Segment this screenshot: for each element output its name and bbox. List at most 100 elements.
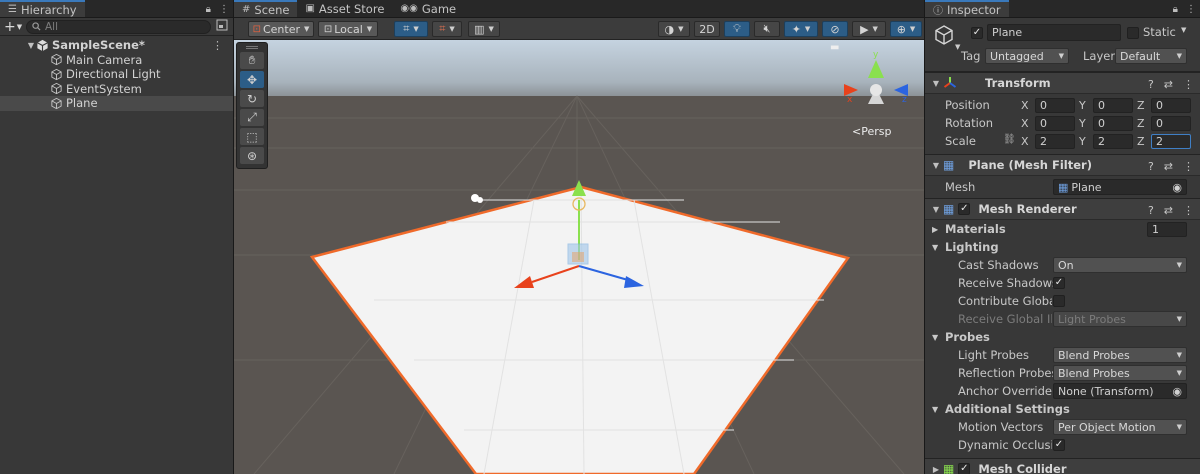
probes-section[interactable]: ▼ Probes xyxy=(925,328,1200,346)
kebab-menu-icon[interactable]: ⋮ xyxy=(1186,4,1196,15)
rotate-tool-button[interactable]: ↻ xyxy=(240,90,264,107)
preset-icon[interactable]: ⇄ xyxy=(1164,78,1173,91)
rotation-z-field[interactable]: 0 xyxy=(1151,115,1191,131)
gizmo-menu-handle[interactable]: ▬ xyxy=(830,42,839,53)
gizmos-toggle-button[interactable]: ⊕ ▼ xyxy=(890,21,922,37)
rotation-y-field[interactable]: 0 xyxy=(1093,115,1133,131)
grid-snap-button[interactable]: ⌗ ▼ xyxy=(394,21,428,37)
scale-x-field[interactable]: 2 xyxy=(1035,133,1075,149)
mesh-collider-enabled-checkbox[interactable]: ✓ xyxy=(958,463,971,474)
scene-menu-icon[interactable]: ⋮ xyxy=(212,39,223,52)
component-menu-icon[interactable]: ⋮ xyxy=(1183,160,1194,173)
object-picker-icon[interactable]: ◉ xyxy=(1172,385,1182,398)
hierarchy-search-input[interactable]: All xyxy=(26,19,211,34)
increment-snap-button[interactable]: ▥ ▼ xyxy=(468,21,500,37)
expand-caret-icon[interactable]: ▼ xyxy=(932,243,938,252)
projection-toggle[interactable]: <Persp xyxy=(852,125,891,138)
create-button[interactable]: + ▼ xyxy=(4,19,22,35)
preset-icon[interactable]: ⇄ xyxy=(1164,204,1173,217)
expand-caret-icon[interactable]: ▼ xyxy=(929,161,943,170)
lock-icon[interactable]: 🔒︎ xyxy=(1173,4,1178,15)
scene-viewport[interactable]: y x z ▬ <Persp ✋︎ ✥ ↻ ⤢ ⬚ ⊛ xyxy=(234,40,924,474)
scene-visibility-icon[interactable] xyxy=(215,19,229,34)
anchor-override-field[interactable]: None (Transform) ◉ xyxy=(1053,383,1187,399)
object-name-input[interactable]: Plane xyxy=(987,24,1121,41)
expand-caret-icon[interactable]: ▼ xyxy=(929,205,943,214)
object-picker-icon[interactable]: ◉ xyxy=(1172,181,1182,194)
camera-settings-button[interactable]: ▶ ▼ xyxy=(852,21,886,37)
tag-dropdown[interactable]: Untagged ▼ xyxy=(985,48,1069,64)
reflection-probes-dropdown[interactable]: Blend Probes ▼ xyxy=(1053,365,1187,381)
tab-game[interactable]: ◉◉ Game xyxy=(392,0,464,17)
tree-row-main-camera[interactable]: Main Camera xyxy=(0,53,233,68)
chevron-down-icon[interactable]: ▼ xyxy=(955,43,960,51)
overlay-grip-icon[interactable] xyxy=(246,46,258,49)
help-icon[interactable]: ? xyxy=(1148,204,1154,217)
active-checkbox[interactable]: ✓ xyxy=(971,27,983,39)
lock-icon[interactable]: 🔒︎ xyxy=(206,4,211,15)
toggle-2d-button[interactable]: 2D xyxy=(694,21,720,37)
component-menu-icon[interactable]: ⋮ xyxy=(1183,78,1194,91)
effects-toggle-button[interactable]: ✦ ▼ xyxy=(784,21,818,37)
lighting-section[interactable]: ▼ Lighting xyxy=(925,238,1200,256)
expand-caret-icon[interactable]: ▶ xyxy=(932,225,938,234)
materials-row[interactable]: ▶ Materials 1 xyxy=(925,220,1200,238)
cast-shadows-dropdown[interactable]: On ▼ xyxy=(1053,257,1187,273)
audio-toggle-button[interactable]: 🔇︎ xyxy=(754,21,780,37)
static-dropdown-icon[interactable]: ▼ xyxy=(1181,26,1186,34)
grid-visibility-button[interactable]: ⌗ ▼ xyxy=(432,21,462,37)
scale-tool-button[interactable]: ⤢ xyxy=(240,109,264,126)
hidden-objects-toggle-button[interactable]: ⊘ xyxy=(822,21,848,37)
tab-inspector[interactable]: ⓘ Inspector xyxy=(925,0,1009,17)
mesh-object-field[interactable]: ▦ Plane ◉ xyxy=(1053,179,1187,195)
additional-settings-section[interactable]: ▼ Additional Settings xyxy=(925,400,1200,418)
tab-asset-store[interactable]: ▣ Asset Store xyxy=(297,0,392,17)
expand-caret-icon[interactable]: ▼ xyxy=(932,405,938,414)
layer-dropdown[interactable]: Default ▼ xyxy=(1115,48,1187,64)
constrain-proportions-link-icon[interactable]: ⛓︎ xyxy=(1003,134,1016,145)
mesh-renderer-enabled-checkbox[interactable]: ✓ xyxy=(958,203,971,215)
tree-row-directional-light[interactable]: Directional Light xyxy=(0,67,233,82)
position-x-field[interactable]: 0 xyxy=(1035,97,1075,113)
expand-caret-icon[interactable]: ▼ xyxy=(26,41,36,50)
gameobject-cube-icon xyxy=(51,68,62,80)
position-y-field[interactable]: 0 xyxy=(1093,97,1133,113)
axis-x-label: X xyxy=(1021,116,1029,130)
tree-row-eventsystem[interactable]: EventSystem xyxy=(0,82,233,97)
draw-mode-button[interactable]: ◑ ▼ xyxy=(658,21,690,37)
move-tool-button[interactable]: ✥ xyxy=(240,71,264,88)
tab-scene[interactable]: # Scene xyxy=(234,0,298,17)
mesh-renderer-header[interactable]: ▼ ▦ ✓ Mesh Renderer ? ⇄ ⋮ xyxy=(925,198,1200,220)
pivot-rotation-dropdown[interactable]: ⊡ Local ▼ xyxy=(318,21,378,37)
contribute-gi-checkbox[interactable] xyxy=(1053,295,1065,307)
static-checkbox[interactable] xyxy=(1127,27,1139,39)
preset-icon[interactable]: ⇄ xyxy=(1164,160,1173,173)
transform-header[interactable]: ▼ Transform ? ⇄ ⋮ xyxy=(925,72,1200,94)
motion-vectors-dropdown[interactable]: Per Object Motion ▼ xyxy=(1053,419,1187,435)
dynamic-occlusion-checkbox[interactable]: ✓ xyxy=(1053,439,1065,451)
expand-caret-icon[interactable]: ▶ xyxy=(929,465,943,474)
rect-tool-button[interactable]: ⬚ xyxy=(240,128,264,145)
kebab-menu-icon[interactable]: ⋮ xyxy=(219,4,229,15)
expand-caret-icon[interactable]: ▼ xyxy=(932,333,938,342)
rotation-x-field[interactable]: 0 xyxy=(1035,115,1075,131)
hand-tool-button[interactable]: ✋︎ xyxy=(240,52,264,69)
scale-y-field[interactable]: 2 xyxy=(1093,133,1133,149)
mesh-filter-header[interactable]: ▼ ▦ Plane (Mesh Filter) ? ⇄ ⋮ xyxy=(925,154,1200,176)
help-icon[interactable]: ? xyxy=(1148,160,1154,173)
position-z-field[interactable]: 0 xyxy=(1151,97,1191,113)
component-menu-icon[interactable]: ⋮ xyxy=(1183,204,1194,217)
materials-count-field[interactable]: 1 xyxy=(1147,222,1187,237)
receive-shadows-checkbox[interactable]: ✓ xyxy=(1053,277,1065,289)
mesh-collider-header[interactable]: ▶ ▦ ✓ Mesh Collider xyxy=(925,458,1200,474)
transform-tool-button[interactable]: ⊛ xyxy=(240,147,264,164)
tree-row-scene[interactable]: ▼ SampleScene* ⋮ xyxy=(0,38,233,53)
tab-hierarchy[interactable]: ☰ Hierarchy xyxy=(0,0,85,17)
light-probes-dropdown[interactable]: Blend Probes ▼ xyxy=(1053,347,1187,363)
lighting-toggle-button[interactable]: 💡︎ xyxy=(724,21,750,37)
tree-row-plane[interactable]: Plane xyxy=(0,96,233,111)
expand-caret-icon[interactable]: ▼ xyxy=(929,79,943,88)
scale-z-field[interactable]: 2 xyxy=(1151,133,1191,149)
help-icon[interactable]: ? xyxy=(1148,78,1154,91)
pivot-mode-dropdown[interactable]: ⊡ Center ▼ xyxy=(248,21,314,37)
